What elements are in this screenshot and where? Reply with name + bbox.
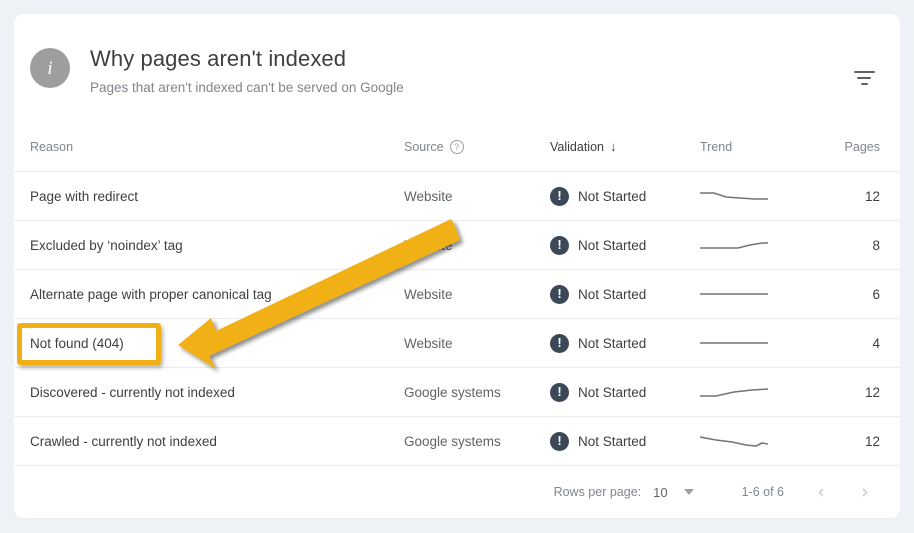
cell-reason[interactable]: Excluded by ‘noindex’ tag xyxy=(30,238,404,253)
trend-sparkline-icon xyxy=(700,293,768,295)
cell-trend xyxy=(700,187,818,205)
rows-per-page-label: Rows per page: xyxy=(553,485,642,499)
filter-icon xyxy=(853,71,875,85)
table-header-row: Reason Source ? Validation ↓ Trend Pages xyxy=(14,122,900,172)
cell-validation: ! Not Started xyxy=(550,431,700,451)
cell-trend xyxy=(700,432,818,450)
table-row[interactable]: Not found (404) Website ! Not Started 4 xyxy=(14,319,900,368)
cell-pages: 12 xyxy=(864,433,880,449)
cell-validation: ! Not Started xyxy=(550,235,700,255)
column-header-reason[interactable]: Reason xyxy=(30,140,404,154)
column-header-source[interactable]: Source ? xyxy=(404,139,550,154)
page-title: Why pages aren't indexed xyxy=(90,46,347,71)
cell-validation: ! Not Started xyxy=(550,284,700,304)
cell-source: Google systems xyxy=(404,384,501,400)
table-row[interactable]: Discovered - currently not indexed Googl… xyxy=(14,368,900,417)
cell-pages: 6 xyxy=(872,286,880,302)
cell-validation: ! Not Started xyxy=(550,382,700,402)
cell-reason[interactable]: Discovered - currently not indexed xyxy=(30,385,404,400)
rows-per-page-value: 10 xyxy=(653,484,668,500)
trend-sparkline-icon xyxy=(700,436,768,447)
cell-reason[interactable]: Page with redirect xyxy=(30,189,404,204)
cell-reason[interactable]: Crawled - currently not indexed xyxy=(30,434,404,449)
filter-button[interactable] xyxy=(844,58,884,98)
cell-pages: 12 xyxy=(864,188,880,204)
cell-validation: ! Not Started xyxy=(550,186,700,206)
trend-sparkline-icon xyxy=(700,192,768,200)
card-header: i Why pages aren't indexed Pages that ar… xyxy=(14,14,900,122)
table-row[interactable]: Crawled - currently not indexed Google s… xyxy=(14,417,900,466)
cell-trend xyxy=(700,236,818,254)
cell-source: Website xyxy=(404,335,453,351)
alert-exclamation-icon: ! xyxy=(550,382,569,402)
status-badge: Not Started xyxy=(578,286,647,302)
alert-exclamation-icon: ! xyxy=(550,333,569,353)
sort-descending-icon: ↓ xyxy=(609,139,617,154)
next-page-button[interactable]: › xyxy=(854,482,876,502)
previous-page-button[interactable]: ‹ xyxy=(810,482,832,502)
chevron-down-icon xyxy=(683,489,694,495)
cell-trend xyxy=(700,285,818,303)
info-icon: i xyxy=(30,48,70,88)
cell-pages: 12 xyxy=(864,384,880,400)
column-header-validation[interactable]: Validation ↓ xyxy=(550,140,700,154)
cell-reason[interactable]: Not found (404) xyxy=(30,336,404,351)
cell-trend xyxy=(700,334,818,352)
table-footer: Rows per page: 10 1-6 of 6 ‹ › xyxy=(14,466,900,518)
cell-pages: 4 xyxy=(872,335,880,351)
cell-trend xyxy=(700,383,818,401)
status-badge: Not Started xyxy=(578,237,647,253)
column-header-trend[interactable]: Trend xyxy=(700,140,818,154)
cell-reason[interactable]: Alternate page with proper canonical tag xyxy=(30,287,404,302)
trend-sparkline-icon xyxy=(700,342,768,344)
table-row[interactable]: Alternate page with proper canonical tag… xyxy=(14,270,900,319)
table-row[interactable]: Page with redirect Website ! Not Started… xyxy=(14,172,900,221)
cell-source: Website xyxy=(404,286,453,302)
status-badge: Not Started xyxy=(578,433,647,449)
status-badge: Not Started xyxy=(578,188,647,204)
status-badge: Not Started xyxy=(578,335,647,351)
trend-sparkline-icon xyxy=(700,242,768,249)
cell-source: Website xyxy=(404,188,453,204)
cell-pages: 8 xyxy=(872,237,880,253)
alert-exclamation-icon: ! xyxy=(550,284,569,304)
info-icon-glyph: i xyxy=(47,57,53,79)
reasons-table: Reason Source ? Validation ↓ Trend Pages… xyxy=(14,122,900,466)
alert-exclamation-icon: ! xyxy=(550,186,569,206)
help-circle-icon[interactable]: ? xyxy=(449,139,464,154)
pagination-range-label: 1-6 of 6 xyxy=(741,485,784,499)
rows-per-page-select[interactable]: 10 xyxy=(653,484,694,500)
trend-sparkline-icon xyxy=(700,388,768,397)
alert-exclamation-icon: ! xyxy=(550,431,569,451)
column-header-pages[interactable]: Pages xyxy=(818,140,896,154)
alert-exclamation-icon: ! xyxy=(550,235,569,255)
indexing-report-card: i Why pages aren't indexed Pages that ar… xyxy=(14,14,900,518)
cell-validation: ! Not Started xyxy=(550,333,700,353)
table-row[interactable]: Excluded by ‘noindex’ tag Website ! Not … xyxy=(14,221,900,270)
status-badge: Not Started xyxy=(578,384,647,400)
cell-source: Google systems xyxy=(404,433,501,449)
cell-source: Website xyxy=(404,237,453,253)
page-subtitle: Pages that aren't indexed can't be serve… xyxy=(90,80,404,95)
